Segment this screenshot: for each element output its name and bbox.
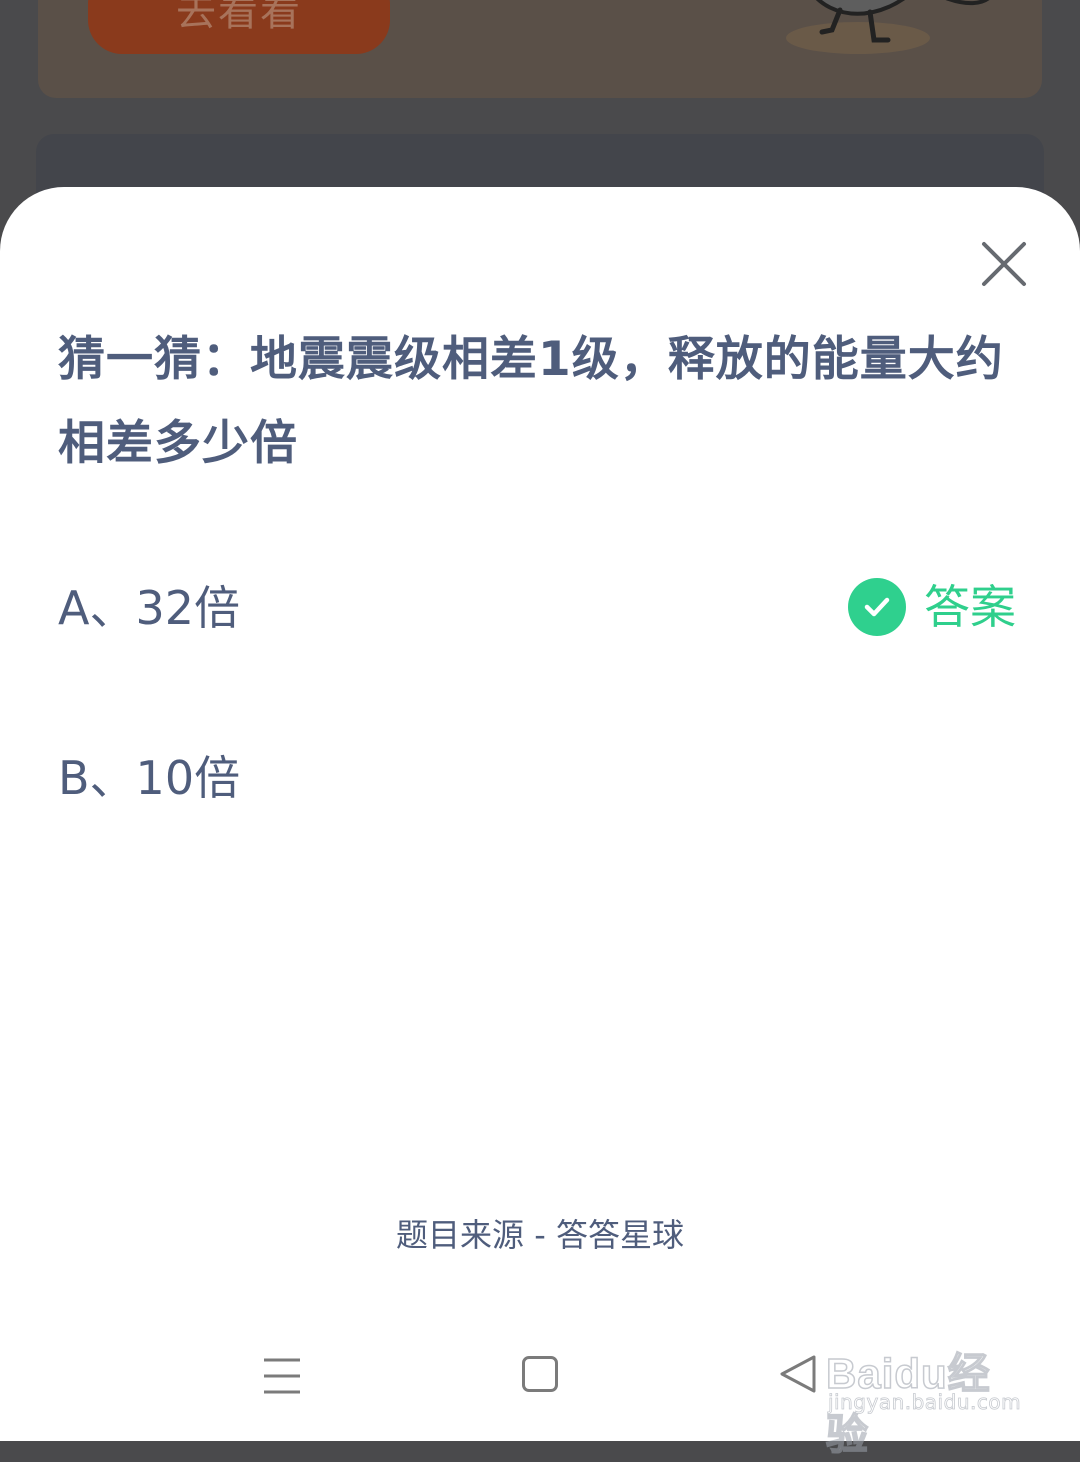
question-source: 题目来源 - 答答星球 bbox=[396, 1216, 684, 1254]
background-go-see-button: 去看看 bbox=[88, 0, 390, 54]
answer-tag: 答案 bbox=[848, 577, 1016, 637]
question-text: 猜一猜：地震震级相差1级，释放的能量大约相差多少倍 bbox=[58, 332, 1004, 471]
watermark-url: jingyan.baidu.com bbox=[828, 1390, 1022, 1415]
option-a[interactable]: A、32倍 bbox=[58, 573, 240, 643]
menu-icon[interactable] bbox=[262, 1356, 302, 1396]
back-icon[interactable] bbox=[778, 1354, 818, 1394]
mascot-illustration-icon bbox=[786, 0, 990, 54]
baidu-jingyan-watermark: Baidu经验 jingyan.baidu.com bbox=[825, 1322, 1026, 1459]
answer-label: 答案 bbox=[924, 580, 1016, 634]
home-icon[interactable] bbox=[522, 1356, 558, 1392]
close-icon[interactable] bbox=[978, 238, 1030, 290]
option-b[interactable]: B、10倍 bbox=[58, 743, 240, 813]
check-icon bbox=[848, 578, 906, 636]
